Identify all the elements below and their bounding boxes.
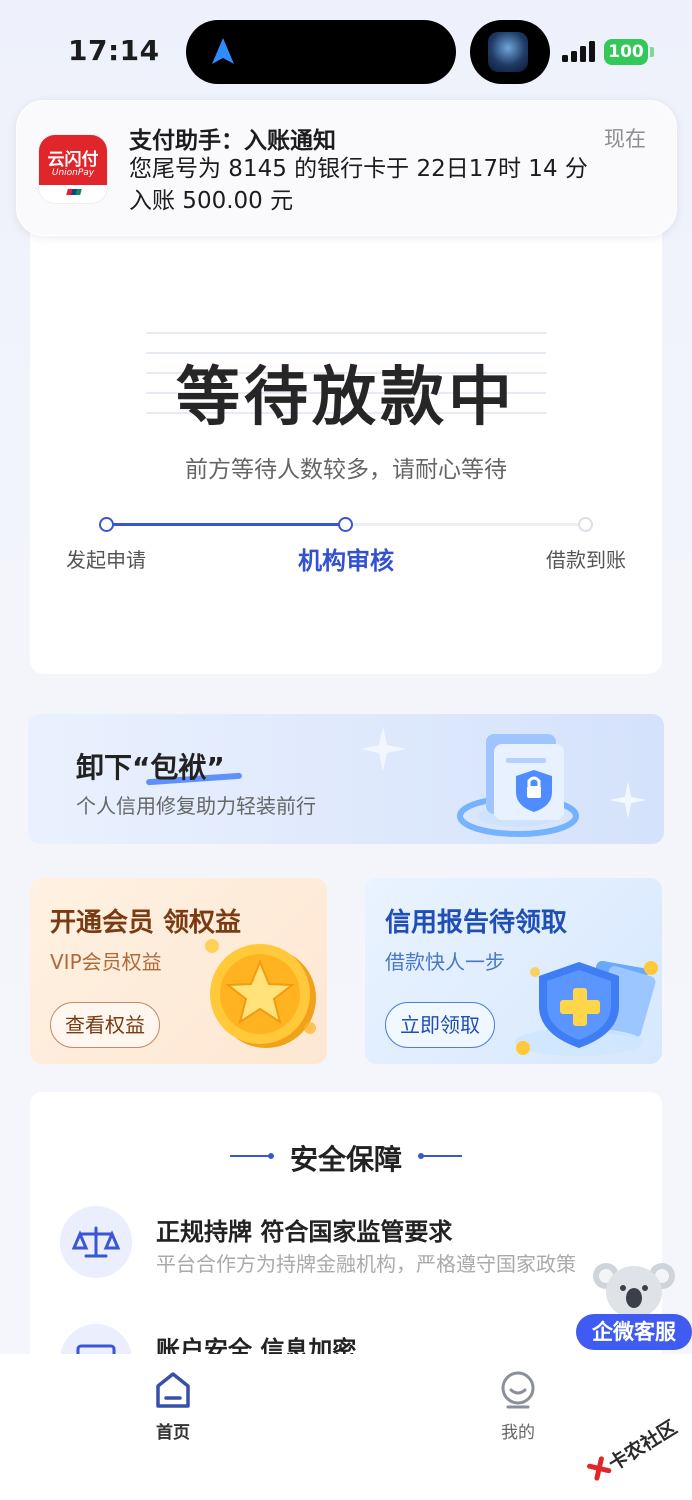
tab-home-label: 首页 <box>156 1423 190 1443</box>
customer-service-label: 企微客服 <box>576 1314 692 1350</box>
dynamic-island-app[interactable] <box>470 20 550 84</box>
view-benefits-button[interactable]: 查看权益 <box>50 1002 160 1048</box>
notification-time: 现在 <box>604 127 646 151</box>
vip-card-title: 开通会员 领权益 <box>50 908 242 938</box>
home-icon <box>156 1372 190 1408</box>
dynamic-island[interactable] <box>186 20 456 84</box>
security-item-desc: 平台合作方为持牌金融机构，严格遵守国家政策 <box>156 1252 576 1276</box>
koala-avatar-icon <box>593 1263 675 1318</box>
loan-status-title: 等待放款中 <box>176 361 516 435</box>
game-thumbnail-icon <box>488 32 528 72</box>
battery-indicator: 100 <box>604 39 648 65</box>
progress-fill <box>106 523 346 526</box>
claim-now-button[interactable]: 立即领取 <box>385 1002 495 1048</box>
unionpay-app-icon: 云闪付 UnionPay <box>39 135 107 203</box>
security-section-title: 安全保障 <box>289 1143 402 1176</box>
step-label-review: 机构审核 <box>298 547 394 575</box>
section-title-decoration <box>418 1153 462 1159</box>
scale-icon <box>60 1206 132 1278</box>
star-coin-icon <box>205 939 316 1048</box>
profile-icon <box>501 1371 535 1409</box>
payment-notification[interactable]: 云闪付 UnionPay 支付助手：入账通知 现在 您尾号为 8145 的银行卡… <box>16 100 677 236</box>
loan-status-subtitle: 前方等待人数较多，请耐心等待 <box>185 457 507 483</box>
customer-service-button[interactable]: 企微客服 <box>576 1256 692 1356</box>
loan-progress-steps: 发起申请 机构审核 借款到账 <box>30 514 662 594</box>
navigation-arrow-icon <box>212 38 234 64</box>
cellular-signal-icon <box>562 40 598 62</box>
app-icon-brand: 云闪付 <box>47 150 99 170</box>
bottom-navigation: 首页 我的 <box>0 1354 692 1500</box>
sparkle-icon <box>360 726 406 772</box>
vip-card-subtitle: VIP会员权益 <box>50 950 162 974</box>
status-time: 17:14 <box>68 34 160 67</box>
sparkle-icon <box>609 781 647 819</box>
notification-body: 您尾号为 8145 的银行卡于 22日17时 14 分 入账 500.00 元 <box>129 153 649 217</box>
credit-card-title: 信用报告待领取 <box>385 908 568 938</box>
vip-promo-card[interactable]: 开通会员 领权益 VIP会员权益 查看权益 <box>30 878 327 1064</box>
banner-title: 卸下“包袱” <box>76 751 225 784</box>
credit-card-subtitle: 借款快人一步 <box>385 950 505 974</box>
app-icon-subbrand: UnionPay <box>51 168 95 178</box>
credit-report-card[interactable]: 信用报告待领取 借款快人一步 立即领取 <box>365 878 662 1064</box>
battery-tip <box>650 47 654 57</box>
shield-plus-icon <box>515 960 658 1056</box>
step-dot-review <box>338 517 353 532</box>
security-guarantee-card: 安全保障 正规持牌 符合国家监管要求 平台合作方为持牌金融机构，严格遵守国家政策… <box>30 1092 662 1372</box>
status-bar: 17:14 100 <box>0 0 692 100</box>
banner-subtitle: 个人信用修复助力轻装前行 <box>76 794 316 818</box>
lock-folder-icon <box>457 734 579 837</box>
step-label-arrival: 借款到账 <box>546 548 626 572</box>
tab-mine-label: 我的 <box>501 1423 535 1443</box>
notification-body-line1: 您尾号为 8145 的银行卡于 22日17时 14 分 <box>129 156 588 182</box>
step-dot-arrival <box>578 517 593 532</box>
security-item-title: 正规持牌 符合国家监管要求 <box>156 1218 453 1246</box>
step-dot-apply <box>99 517 114 532</box>
notification-title: 支付助手：入账通知 <box>129 128 336 154</box>
tab-home[interactable]: 首页 <box>113 1370 233 1443</box>
loan-status-card: 等待放款中 前方等待人数较多，请耐心等待 发起申请 机构审核 借款到账 <box>30 170 662 674</box>
credit-repair-banner[interactable]: 卸下“包袱” 个人信用修复助力轻装前行 <box>28 714 664 844</box>
step-label-apply: 发起申请 <box>66 548 146 572</box>
tab-mine[interactable]: 我的 <box>458 1370 578 1443</box>
notification-body-line2: 入账 500.00 元 <box>129 188 294 214</box>
